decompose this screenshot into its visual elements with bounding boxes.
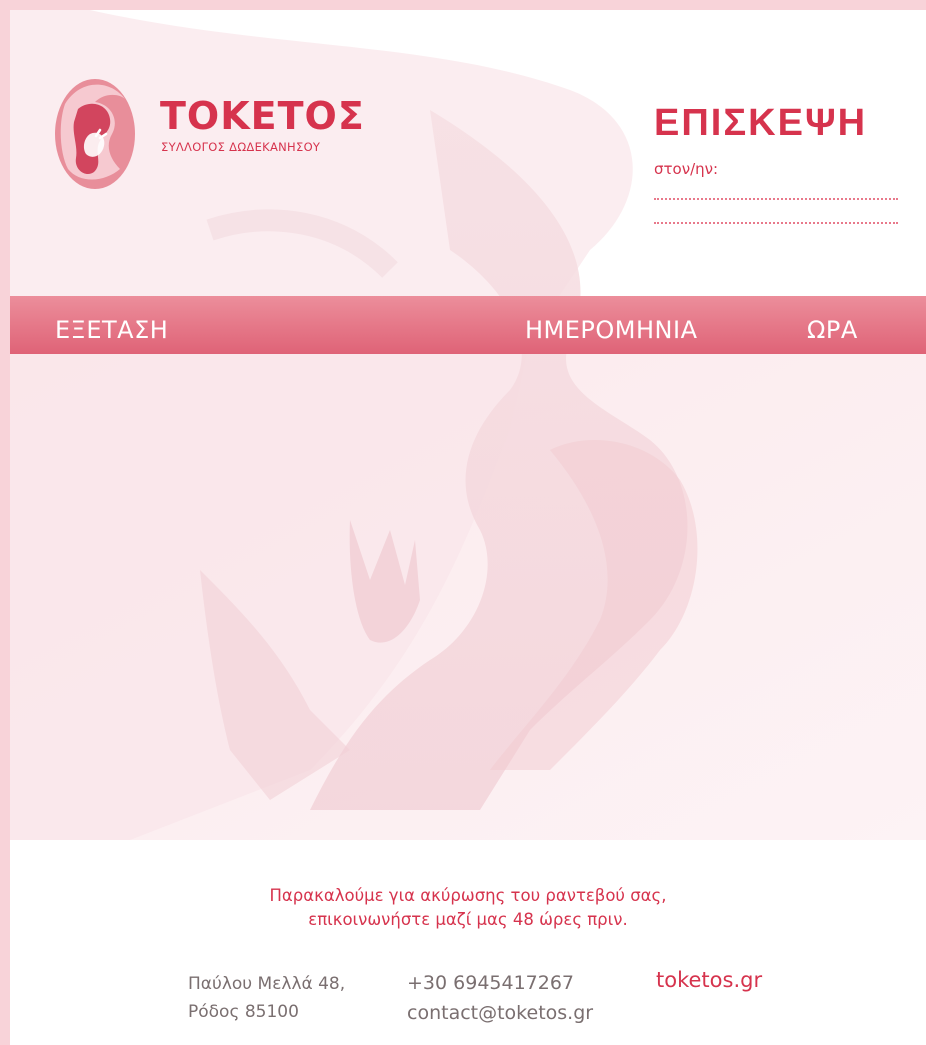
email-address[interactable]: contact@toketos.gr — [407, 998, 593, 1028]
column-header-exam: ΕΞΕΤΑΣΗ — [55, 316, 169, 344]
mother-baby-icon — [55, 79, 135, 189]
brand-name: ΤΟΚΕΤΟΣ — [160, 94, 365, 138]
phone-number[interactable]: +30 6945417267 — [407, 968, 593, 998]
visit-recipient-label: στον/ην: — [654, 160, 719, 178]
brand-subtitle: ΣΥΛΛΟΓΟΣ ΔΩΔΕΚΑΝΗΣΟΥ — [161, 140, 321, 154]
cancellation-notice-line-2: επικοινωνήστε μαζί μας 48 ώρες πριν. — [308, 910, 628, 929]
cancellation-notice: Παρακαλούμε για ακύρωσης του ραντεβού σα… — [10, 884, 926, 932]
column-header-date: ΗΜΕΡΟΜΗΝΙΑ — [525, 316, 698, 344]
brand-logo: ΤΟΚΕΤΟΣ ΣΥΛΛΟΓΟΣ ΔΩΔΕΚΑΝΗΣΟΥ — [50, 74, 364, 204]
address-line-1: Παύλου Μελλά 48, — [188, 974, 346, 994]
address: Παύλου Μελλά 48, Ρόδος 85100 — [188, 970, 345, 1026]
website-link[interactable]: toketos.gr — [656, 968, 762, 992]
address-line-2: Ρόδος 85100 — [188, 1002, 299, 1022]
recipient-line-1[interactable] — [654, 198, 898, 200]
table-header-bar: ΕΞΕΤΑΣΗ ΗΜΕΡΟΜΗΝΙΑ ΩΡΑ — [10, 296, 926, 354]
column-header-time: ΩΡΑ — [807, 316, 858, 344]
recipient-line-2[interactable] — [654, 222, 898, 224]
contact-details: +30 6945417267 contact@toketos.gr — [407, 968, 593, 1028]
visit-title: ΕΠΙΣΚΕΨΗ — [654, 102, 868, 144]
appointment-card: ΤΟΚΕΤΟΣ ΣΥΛΛΟΓΟΣ ΔΩΔΕΚΑΝΗΣΟΥ ΕΠΙΣΚΕΨΗ στ… — [10, 10, 926, 1045]
cancellation-notice-line-1: Παρακαλούμε για ακύρωσης του ραντεβού σα… — [269, 886, 667, 905]
